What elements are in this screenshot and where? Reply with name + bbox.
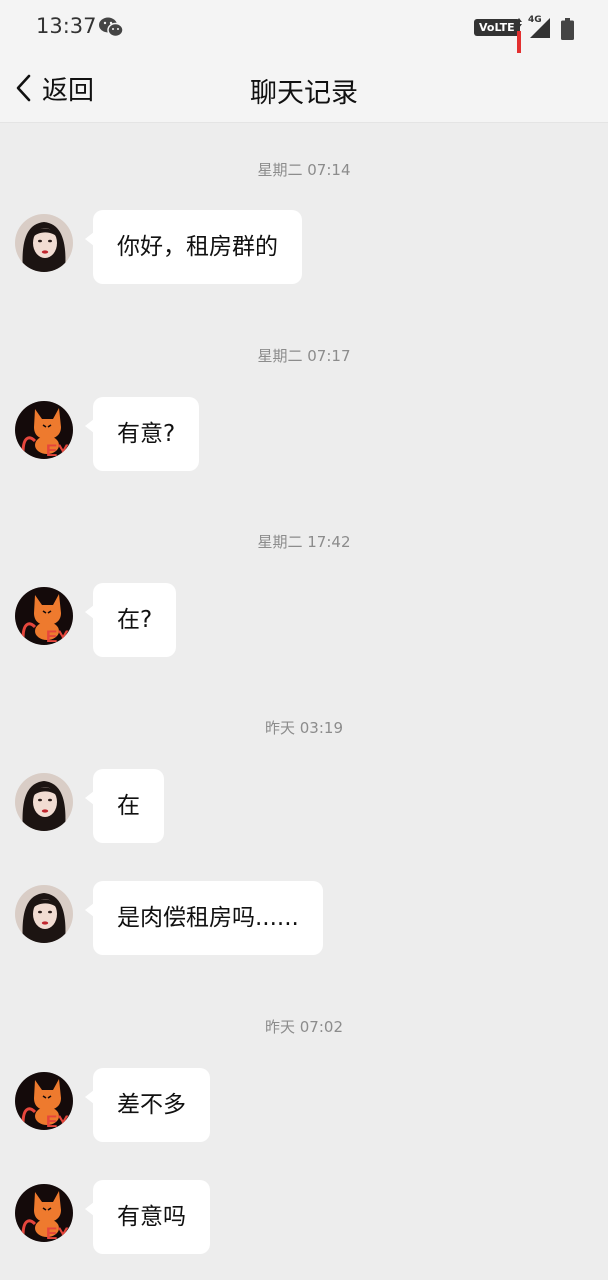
wechat-icon	[99, 17, 124, 38]
message-bubble[interactable]: 是肉偿租房吗......	[85, 881, 323, 955]
avatar-woman[interactable]	[15, 214, 73, 272]
avatar-cat[interactable]	[15, 1072, 73, 1130]
page-title: 聊天记录	[250, 78, 358, 109]
avatar-woman[interactable]	[15, 773, 73, 831]
message-bubble[interactable]: 在?	[84, 583, 177, 657]
battery-icon	[561, 18, 574, 40]
avatar-cat[interactable]	[15, 587, 73, 645]
message-timestamp: 昨天 07:02	[265, 1018, 343, 1036]
message-timestamp: 昨天 03:19	[265, 719, 343, 737]
signal-icon	[530, 18, 550, 38]
message-bubble[interactable]: 差不多	[85, 1068, 210, 1142]
message-timestamp: 星期二 17:42	[257, 533, 351, 551]
chat-history[interactable]: 星期二 07:14 你好，租房群的 星期二 07:17 有意? 星期二 17:4…	[0, 122, 608, 1280]
data-activity-icon	[516, 18, 522, 53]
status-bar: 13:37 VoLTE 4G	[0, 0, 608, 56]
status-time: 13:37	[36, 14, 97, 38]
message-timestamp: 星期二 07:14	[257, 161, 351, 179]
avatar-cat[interactable]	[15, 1184, 73, 1242]
message-bubble[interactable]: 有意吗	[85, 1180, 210, 1254]
volte-badge: VoLTE	[474, 19, 520, 36]
avatar-cat[interactable]	[15, 401, 73, 459]
nav-bar: 返回 聊天记录	[0, 56, 608, 123]
message-bubble[interactable]: 你好，租房群的	[85, 210, 302, 284]
message-bubble[interactable]: 在	[85, 769, 164, 843]
message-bubble[interactable]: 有意?	[84, 397, 200, 471]
message-timestamp: 星期二 07:17	[257, 347, 351, 365]
avatar-woman[interactable]	[15, 885, 73, 943]
